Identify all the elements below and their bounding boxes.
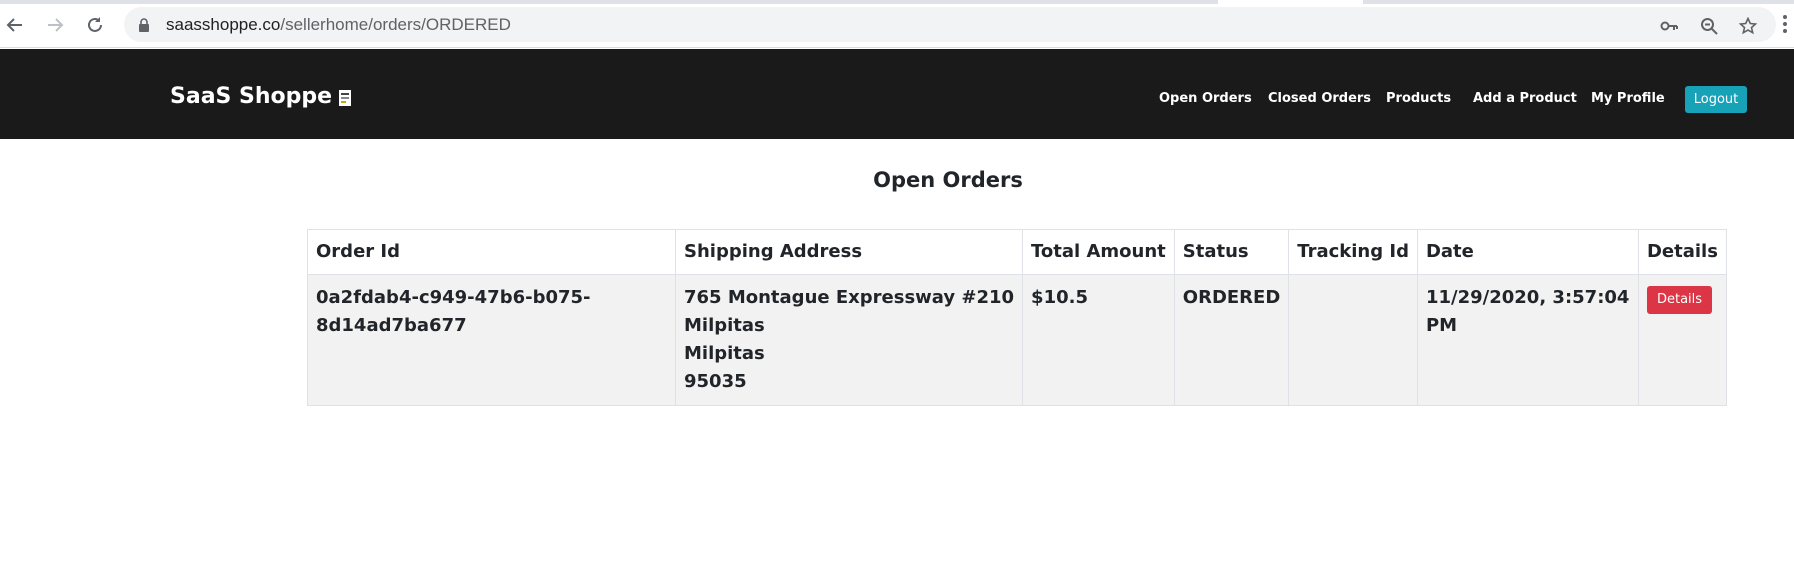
nav-add-product[interactable]: Add a Product xyxy=(1473,91,1577,106)
brand-name: SaaS Shoppe xyxy=(170,84,333,109)
zoom-out-icon[interactable] xyxy=(1699,16,1719,36)
address-city: Milpitas xyxy=(684,315,765,336)
address-bar[interactable]: saasshoppe.co/sellerhome/orders/ORDERED xyxy=(124,7,1776,42)
address-state: Milpitas xyxy=(684,343,765,364)
forward-arrow-icon[interactable] xyxy=(42,12,68,38)
cell-total-amount: $10.5 xyxy=(1022,274,1175,406)
header-details: Details xyxy=(1637,229,1727,275)
orders-table: Order Id Shipping Address Total Amount S… xyxy=(307,229,1727,406)
key-icon[interactable] xyxy=(1659,16,1679,36)
nav-closed-orders[interactable]: Closed Orders xyxy=(1268,91,1371,106)
reload-icon[interactable] xyxy=(82,12,108,38)
browser-toolbar: saasshoppe.co/sellerhome/orders/ORDERED xyxy=(0,0,1794,48)
receipt-icon xyxy=(338,88,352,106)
lock-icon[interactable] xyxy=(138,17,150,36)
star-icon[interactable] xyxy=(1738,16,1758,36)
cell-status: ORDERED xyxy=(1173,274,1290,406)
url-path: /sellerhome/orders/ORDERED xyxy=(280,15,511,34)
cell-details: Details xyxy=(1637,274,1727,406)
header-order-id: Order Id xyxy=(307,229,676,275)
cell-shipping-address: 765 Montague Expressway #210 Milpitas Mi… xyxy=(674,274,1024,406)
nav-products[interactable]: Products xyxy=(1386,91,1451,106)
site-navbar: SaaS Shoppe Open Orders Closed Orders Pr… xyxy=(0,49,1794,139)
brand-logo[interactable]: SaaS Shoppe xyxy=(170,84,352,109)
nav-my-profile[interactable]: My Profile xyxy=(1591,91,1665,106)
header-status: Status xyxy=(1173,229,1290,275)
nav-open-orders[interactable]: Open Orders xyxy=(1159,91,1252,106)
tab-strip xyxy=(0,0,1794,4)
table-header-row: Order Id Shipping Address Total Amount S… xyxy=(307,229,1727,275)
browser-menu-icon[interactable] xyxy=(1782,14,1788,38)
cell-tracking-id xyxy=(1288,274,1418,406)
url-text: saasshoppe.co/sellerhome/orders/ORDERED xyxy=(166,15,511,35)
address-zip: 95035 xyxy=(684,371,747,392)
details-button[interactable]: Details xyxy=(1646,286,1713,314)
header-total-amount: Total Amount xyxy=(1022,229,1175,275)
header-date: Date xyxy=(1416,229,1639,275)
address-street: 765 Montague Expressway #210 xyxy=(684,287,1015,308)
logout-button[interactable]: Logout xyxy=(1685,86,1747,113)
page-title: Open Orders xyxy=(873,168,1023,192)
table-row: 0a2fdab4-c949-47b6-b075-8d14ad7ba677 765… xyxy=(307,274,1727,406)
header-tracking-id: Tracking Id xyxy=(1288,229,1418,275)
url-host: saasshoppe.co xyxy=(166,15,281,34)
cell-order-id: 0a2fdab4-c949-47b6-b075-8d14ad7ba677 xyxy=(307,274,676,406)
back-arrow-icon[interactable] xyxy=(2,12,28,38)
cell-date: 11/29/2020, 3:57:04 PM xyxy=(1416,274,1639,406)
header-shipping-address: Shipping Address xyxy=(674,229,1024,275)
